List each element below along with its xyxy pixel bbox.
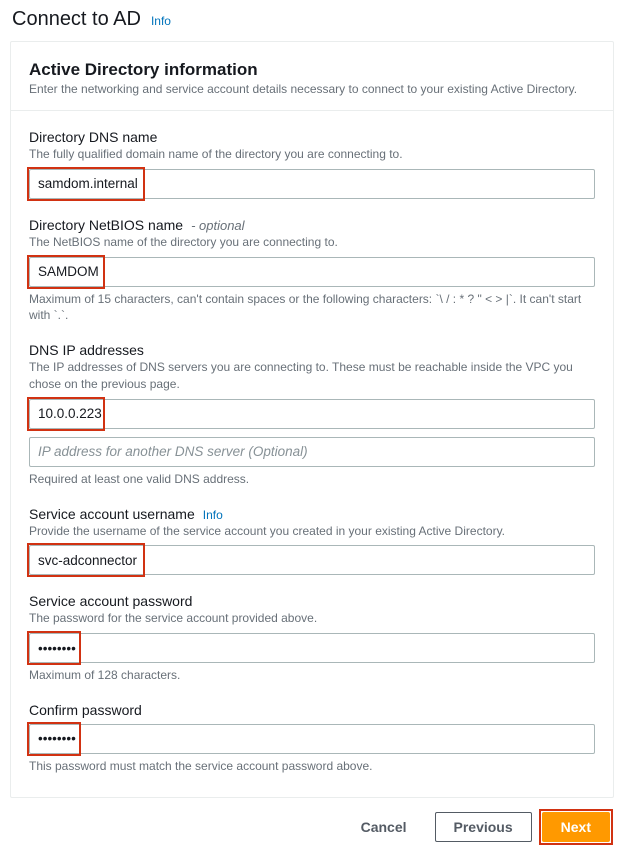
netbios-input[interactable] (29, 257, 595, 287)
netbios-optional: - optional (191, 218, 244, 233)
dns-ip1-highlight (29, 399, 595, 429)
netbios-hint: Maximum of 15 characters, can't contain … (29, 291, 595, 325)
dns-name-label: Directory DNS name (29, 129, 595, 145)
page-info-link[interactable]: Info (151, 14, 171, 28)
field-dns-name: Directory DNS name The fully qualified d… (29, 129, 595, 199)
svc-pass-help: The password for the service account pro… (29, 610, 595, 627)
svc-user-help: Provide the username of the service acco… (29, 523, 595, 540)
netbios-label: Directory NetBIOS name (29, 217, 183, 233)
dns-ips-help: The IP addresses of DNS servers you are … (29, 359, 595, 393)
svc-pass-label: Service account password (29, 593, 595, 609)
netbios-help: The NetBIOS name of the directory you ar… (29, 234, 595, 251)
section-title: Active Directory information (29, 60, 595, 80)
section-desc: Enter the networking and service account… (29, 82, 595, 96)
previous-button[interactable]: Previous (435, 812, 532, 842)
confirm-pass-hint: This password must match the service acc… (29, 758, 595, 775)
svc-user-info-link[interactable]: Info (203, 508, 223, 522)
field-netbios: Directory NetBIOS name - optional The Ne… (29, 217, 595, 324)
field-dns-ips: DNS IP addresses The IP addresses of DNS… (29, 342, 595, 487)
dns-ip1-input[interactable] (29, 399, 595, 429)
cancel-button[interactable]: Cancel (343, 813, 425, 841)
dns-ip2-input[interactable] (29, 437, 595, 467)
confirm-pass-highlight (29, 724, 595, 754)
page-header: Connect to AD Info (12, 8, 614, 31)
next-button[interactable]: Next (542, 812, 610, 842)
next-button-highlight: Next (542, 812, 610, 842)
dns-ips-hint: Required at least one valid DNS address. (29, 471, 595, 488)
field-svc-pass: Service account password The password fo… (29, 593, 595, 684)
divider (11, 110, 613, 111)
svc-pass-hint: Maximum of 128 characters. (29, 667, 595, 684)
dns-name-input[interactable] (29, 169, 595, 199)
svc-pass-input[interactable] (29, 633, 595, 663)
confirm-pass-input[interactable] (29, 724, 595, 754)
netbios-highlight (29, 257, 595, 287)
field-confirm-pass: Confirm password This password must matc… (29, 702, 595, 775)
svc-user-highlight (29, 545, 595, 575)
dns-name-help: The fully qualified domain name of the d… (29, 146, 595, 163)
confirm-pass-label: Confirm password (29, 702, 595, 718)
svc-user-input[interactable] (29, 545, 595, 575)
svc-pass-highlight (29, 633, 595, 663)
page-title: Connect to AD (12, 8, 141, 31)
form-panel: Active Directory information Enter the n… (10, 41, 614, 798)
svc-user-label: Service account username (29, 506, 195, 522)
dns-name-highlight (29, 169, 595, 199)
footer: Cancel Previous Next (10, 798, 614, 844)
field-svc-user: Service account username Info Provide th… (29, 506, 595, 576)
dns-ips-label: DNS IP addresses (29, 342, 595, 358)
